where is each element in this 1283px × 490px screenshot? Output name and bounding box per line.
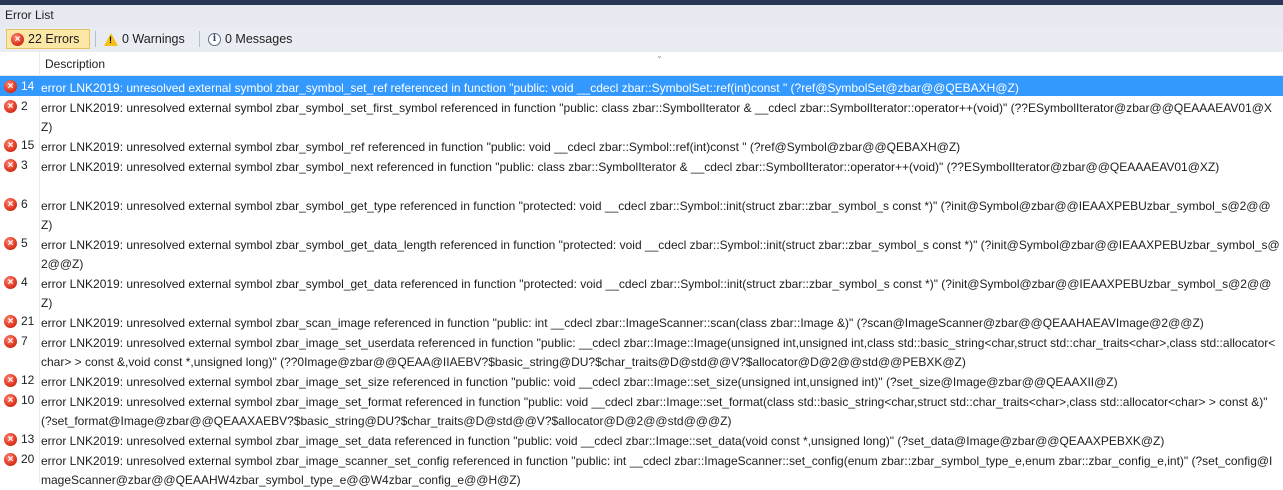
errors-filter-label: 22 Errors	[28, 32, 80, 46]
row-description: error LNK2019: unresolved external symbo…	[41, 395, 1271, 428]
error-icon: ×	[4, 100, 17, 113]
row-description: error LNK2019: unresolved external symbo…	[41, 454, 1273, 487]
row-description: error LNK2019: unresolved external symbo…	[41, 199, 1271, 232]
error-icon: ×	[4, 453, 17, 466]
toolbar-separator	[95, 31, 96, 47]
warnings-filter-button[interactable]: ! 0 Warnings	[100, 29, 189, 49]
error-list: × 14 error LNK2019: unresolved external …	[0, 76, 1283, 488]
row-number: 12	[21, 373, 35, 387]
error-icon: ×	[4, 237, 17, 250]
row-number: 15	[21, 138, 35, 152]
row-number: 10	[21, 393, 35, 407]
table-row[interactable]: × 10 error LNK2019: unresolved external …	[0, 390, 1283, 429]
error-icon: ×	[4, 198, 17, 211]
row-number: 13	[21, 432, 35, 446]
warning-icon: !	[104, 32, 118, 46]
row-description: error LNK2019: unresolved external symbo…	[41, 160, 1220, 174]
row-description: error LNK2019: unresolved external symbo…	[41, 277, 1272, 310]
row-number: 5	[21, 236, 28, 250]
filter-toolbar: × 22 Errors ! 0 Warnings i 0 Messages	[0, 27, 1283, 52]
messages-filter-label: 0 Messages	[225, 32, 293, 46]
column-header-description[interactable]: Description	[45, 57, 105, 71]
error-icon: ×	[4, 80, 17, 93]
table-row[interactable]: × 4 error LNK2019: unresolved external s…	[0, 272, 1283, 311]
errors-filter-button[interactable]: × 22 Errors	[6, 29, 90, 49]
row-number: 14	[21, 79, 35, 93]
error-icon: ×	[4, 139, 17, 152]
row-description: error LNK2019: unresolved external symbo…	[41, 238, 1280, 271]
table-row[interactable]: × 12 error LNK2019: unresolved external …	[0, 370, 1283, 390]
row-number: 21	[21, 314, 35, 328]
panel-title: Error List	[5, 8, 54, 22]
row-description: error LNK2019: unresolved external symbo…	[41, 336, 1276, 369]
row-number: 6	[21, 197, 28, 211]
row-number: 3	[21, 158, 28, 172]
messages-filter-button[interactable]: i 0 Messages	[204, 29, 296, 49]
row-description: error LNK2019: unresolved external symbo…	[41, 101, 1272, 134]
table-row[interactable]: × 6 error LNK2019: unresolved external s…	[0, 194, 1283, 233]
row-number: 20	[21, 452, 35, 466]
table-row[interactable]: × 13 error LNK2019: unresolved external …	[0, 429, 1283, 449]
error-icon: ×	[4, 159, 17, 172]
info-icon: i	[208, 32, 221, 46]
error-icon: ×	[4, 276, 17, 289]
table-row[interactable]: × 2 error LNK2019: unresolved external s…	[0, 96, 1283, 135]
error-icon: ×	[4, 394, 17, 407]
panel-title-bar[interactable]: Error List	[0, 5, 1283, 28]
table-row[interactable]: × 20 error LNK2019: unresolved external …	[0, 449, 1283, 488]
table-row[interactable]: × 14 error LNK2019: unresolved external …	[0, 76, 1283, 96]
column-header-icon[interactable]	[0, 52, 40, 75]
error-icon: ×	[4, 315, 17, 328]
error-icon: ×	[4, 374, 17, 387]
row-number: 7	[21, 334, 28, 348]
table-row[interactable]: × 7 error LNK2019: unresolved external s…	[0, 331, 1283, 370]
table-row[interactable]: × 15 error LNK2019: unresolved external …	[0, 135, 1283, 155]
error-icon: ×	[11, 32, 24, 46]
table-row[interactable]: × 21 error LNK2019: unresolved external …	[0, 311, 1283, 331]
row-number: 2	[21, 99, 28, 113]
toolbar-separator	[199, 31, 200, 47]
row-number: 4	[21, 275, 28, 289]
table-row[interactable]: × 3 error LNK2019: unresolved external s…	[0, 155, 1283, 194]
error-icon: ×	[4, 335, 17, 348]
error-icon: ×	[4, 433, 17, 446]
warnings-filter-label: 0 Warnings	[122, 32, 185, 46]
table-row[interactable]: × 5 error LNK2019: unresolved external s…	[0, 233, 1283, 272]
list-header: Description ⌄	[0, 51, 1283, 76]
sort-chevron-icon: ⌄	[656, 51, 663, 60]
